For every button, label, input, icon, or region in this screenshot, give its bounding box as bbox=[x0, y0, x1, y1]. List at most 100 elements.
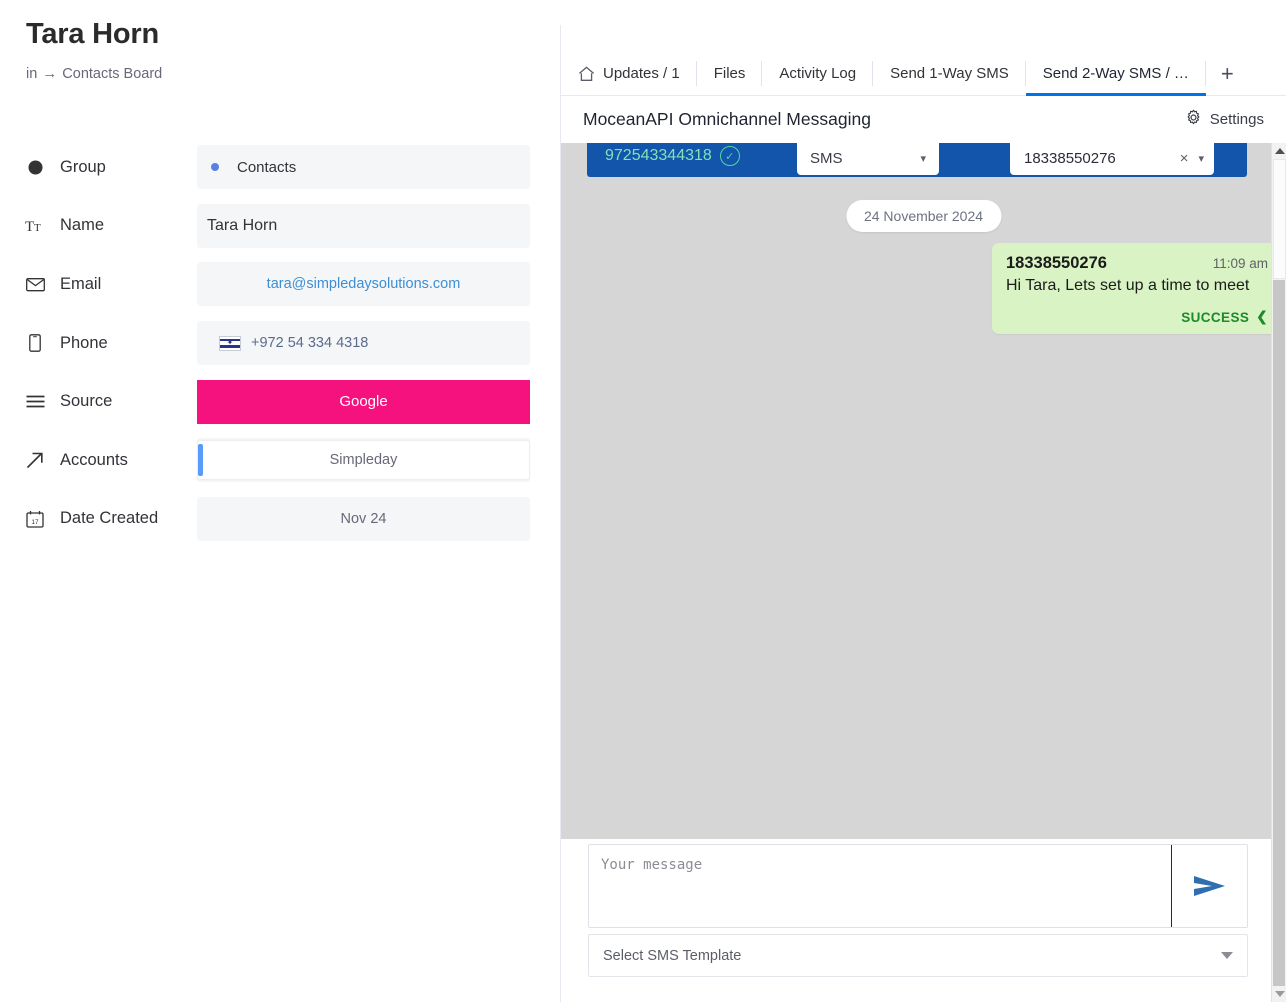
field-row-email: Email tara@simpledaysolutions.com bbox=[0, 255, 560, 314]
text-format-icon: T T bbox=[24, 215, 46, 237]
field-label-group: Group bbox=[24, 156, 204, 178]
message-status[interactable]: SUCCESS ❮ bbox=[1006, 309, 1268, 325]
field-label-text: Email bbox=[60, 274, 102, 293]
field-label-date-created: 17 Date Created bbox=[24, 508, 204, 530]
svg-text:T: T bbox=[34, 222, 41, 234]
scroll-up-icon[interactable] bbox=[1272, 143, 1286, 159]
field-label-text: Group bbox=[60, 157, 106, 176]
tab-label: Activity Log bbox=[779, 65, 857, 82]
app-header: MoceanAPI Omnichannel Messaging Settings bbox=[561, 96, 1286, 144]
field-label-name: T T Name bbox=[24, 215, 204, 237]
source-value-text: Google bbox=[339, 393, 388, 411]
recipient-phone: 972543344318 ✓ bbox=[605, 146, 740, 166]
envelope-icon bbox=[24, 273, 46, 295]
breadcrumb: in → Contacts Board bbox=[26, 65, 162, 82]
date-divider: 24 November 2024 bbox=[845, 200, 1002, 232]
arrow-up-right-icon bbox=[24, 449, 46, 471]
svg-text:T: T bbox=[25, 219, 34, 234]
clear-icon[interactable]: × bbox=[1180, 150, 1189, 167]
channel-select-value: SMS bbox=[810, 149, 843, 167]
verified-check-icon: ✓ bbox=[719, 146, 740, 166]
field-value-name[interactable]: Tara Horn bbox=[197, 203, 530, 248]
message-status-label: SUCCESS bbox=[1181, 309, 1250, 325]
tab-label: Send 1-Way SMS bbox=[890, 65, 1009, 82]
channel-select[interactable]: SMS ▾ bbox=[797, 143, 939, 175]
tab-label: Files bbox=[713, 65, 746, 82]
list-icon bbox=[24, 391, 46, 413]
chevron-down-icon: ▾ bbox=[1198, 152, 1204, 165]
field-row-date-created: 17 Date Created Nov 24 bbox=[0, 490, 560, 549]
message-input[interactable] bbox=[589, 845, 1171, 927]
message-text: Hi Tara, Lets set up a time to meet bbox=[1006, 277, 1250, 294]
breadcrumb-board[interactable]: Contacts Board bbox=[62, 66, 162, 82]
page-title: Tara Horn bbox=[26, 18, 160, 50]
message-bubble: 18338550276 11:09 am Hi Tara, Lets set u… bbox=[992, 243, 1282, 334]
chat-area: 972543344318 ✓ SMS ▾ 18338550276 × ▾ 24 … bbox=[561, 143, 1286, 839]
field-label-text: Date Created bbox=[60, 509, 159, 528]
tab-activity-log[interactable]: Activity Log bbox=[762, 52, 873, 95]
send-icon bbox=[1192, 873, 1228, 899]
field-row-phone: Phone ✦ +972 54 334 4318 bbox=[0, 314, 560, 373]
tab-send-2-way-sms[interactable]: Send 2-Way SMS / … bbox=[1025, 52, 1207, 96]
tab-label: Send 2-Way SMS / … bbox=[1042, 65, 1189, 82]
calendar-icon: 17 bbox=[24, 508, 46, 530]
sms-template-select[interactable]: Select SMS Template bbox=[588, 934, 1248, 977]
sms-template-placeholder: Select SMS Template bbox=[603, 947, 742, 964]
field-row-accounts: Accounts Simpleday bbox=[0, 431, 560, 490]
scrollbar-thumb[interactable] bbox=[1273, 159, 1286, 279]
field-label-text: Name bbox=[60, 216, 105, 235]
tab-send-1-way-sms[interactable]: Send 1-Way SMS bbox=[873, 52, 1026, 95]
field-value-date-created[interactable]: Nov 24 bbox=[197, 496, 530, 541]
breadcrumb-prefix: in bbox=[26, 65, 38, 82]
tab-files[interactable]: Files bbox=[697, 52, 763, 95]
phone-icon bbox=[24, 332, 46, 354]
arrow-right-icon: → bbox=[42, 65, 58, 82]
message-composer: Select SMS Template bbox=[561, 839, 1286, 1002]
field-value-group[interactable]: Contacts bbox=[197, 145, 530, 190]
tab-bar: Updates / 1 Files Activity Log Send 1-Wa… bbox=[561, 52, 1286, 96]
tab-updates[interactable]: Updates / 1 bbox=[561, 52, 697, 95]
item-info-panel: Tara Horn in → Contacts Board Group Cont… bbox=[0, 0, 560, 1002]
field-value-phone[interactable]: ✦ +972 54 334 4318 bbox=[197, 321, 530, 366]
flag-israel-icon: ✦ bbox=[219, 335, 241, 351]
composer-row bbox=[588, 844, 1248, 928]
circle-icon bbox=[24, 156, 46, 178]
integration-panel: Updates / 1 Files Activity Log Send 1-Wa… bbox=[561, 0, 1286, 1002]
gear-icon bbox=[1185, 109, 1202, 130]
field-label-source: Source bbox=[24, 391, 204, 413]
add-tab-button[interactable]: + bbox=[1206, 52, 1249, 95]
field-label-phone: Phone bbox=[24, 332, 204, 354]
field-label-email: Email bbox=[24, 273, 204, 295]
field-value-source[interactable]: Google bbox=[197, 379, 530, 424]
accounts-chip[interactable]: Simpleday bbox=[197, 440, 530, 481]
scrollbar-track[interactable] bbox=[1273, 280, 1285, 986]
send-button[interactable] bbox=[1171, 845, 1247, 927]
tab-label: Updates / 1 bbox=[603, 65, 680, 82]
settings-button[interactable]: Settings bbox=[1185, 109, 1264, 130]
chevron-down-icon bbox=[1221, 952, 1233, 959]
field-row-source: Source Google bbox=[0, 372, 560, 431]
sender-select[interactable]: 18338550276 × ▾ bbox=[1010, 143, 1214, 175]
settings-label: Settings bbox=[1209, 111, 1264, 128]
vertical-scrollbar[interactable] bbox=[1271, 143, 1286, 1002]
recipient-phone-text: 972543344318 bbox=[605, 147, 712, 164]
home-icon bbox=[578, 66, 595, 82]
field-label-text: Source bbox=[60, 392, 113, 411]
email-link[interactable]: tara@simpledaysolutions.com bbox=[197, 276, 530, 292]
field-value-email[interactable]: tara@simpledaysolutions.com bbox=[197, 262, 530, 307]
svg-text:17: 17 bbox=[31, 519, 39, 526]
field-list: Group Contacts T T Name Tara Horn Email … bbox=[0, 138, 560, 548]
field-label-text: Accounts bbox=[60, 450, 128, 469]
phone-value-text: +972 54 334 4318 bbox=[251, 335, 369, 352]
name-value-text: Tara Horn bbox=[207, 216, 278, 234]
accounts-value-text: Simpleday bbox=[329, 452, 398, 469]
group-color-dot bbox=[211, 163, 219, 172]
message-time: 11:09 am bbox=[1212, 256, 1268, 271]
field-label-accounts: Accounts bbox=[24, 449, 204, 471]
app-title: MoceanAPI Omnichannel Messaging bbox=[583, 109, 871, 129]
scroll-down-icon[interactable] bbox=[1272, 986, 1286, 1002]
field-row-name: T T Name Tara Horn bbox=[0, 197, 560, 256]
field-value-accounts[interactable]: Simpleday bbox=[197, 438, 530, 483]
accounts-color-bar bbox=[198, 444, 203, 477]
group-value-text: Contacts bbox=[237, 158, 297, 176]
